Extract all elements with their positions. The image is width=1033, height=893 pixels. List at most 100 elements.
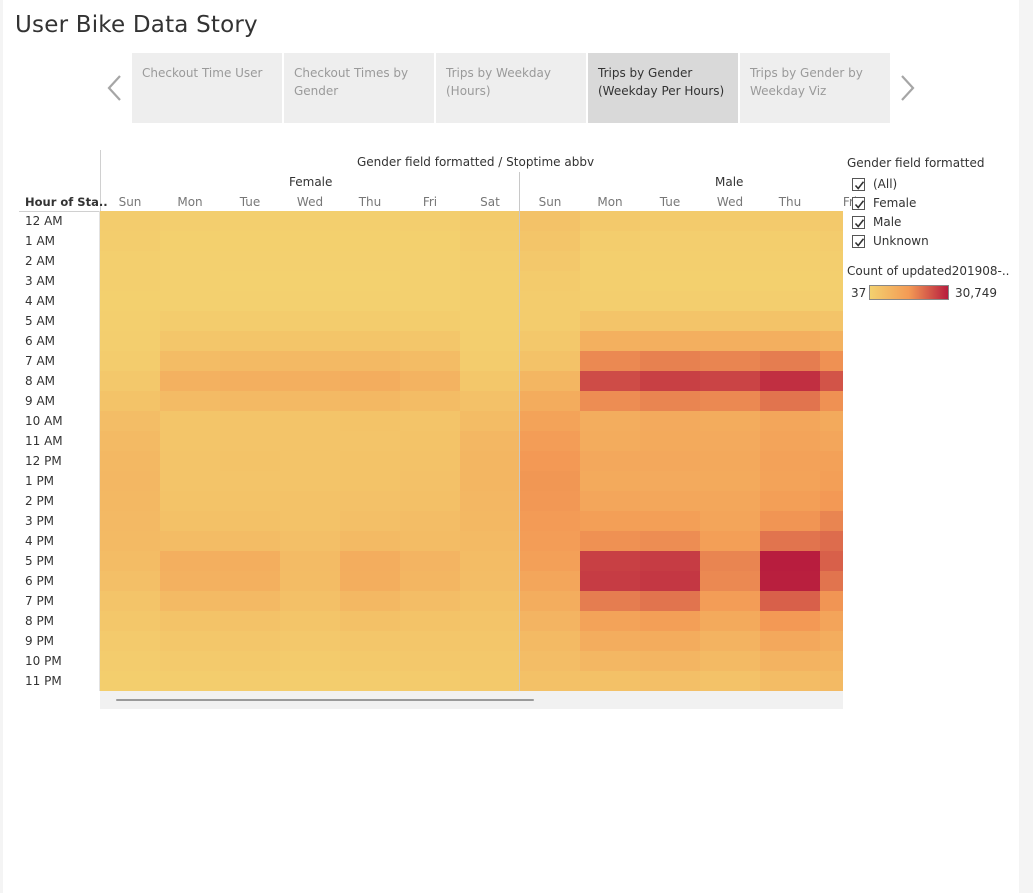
heatmap-cell[interactable] [280, 311, 340, 331]
heatmap-cell[interactable] [760, 451, 820, 471]
heatmap-cell[interactable] [640, 571, 700, 591]
heatmap-cell[interactable] [340, 651, 400, 671]
heatmap-cell[interactable] [640, 411, 700, 431]
heatmap-cell[interactable] [520, 631, 580, 651]
heatmap-cell[interactable] [160, 531, 220, 551]
heatmap-cell[interactable] [400, 551, 460, 571]
heatmap-cell[interactable] [820, 571, 843, 591]
heatmap-cell[interactable] [640, 291, 700, 311]
heatmap-cell[interactable] [700, 531, 760, 551]
heatmap-cell[interactable] [640, 331, 700, 351]
heatmap-cell[interactable] [700, 311, 760, 331]
heatmap-cell[interactable] [220, 571, 280, 591]
heatmap-cell[interactable] [400, 591, 460, 611]
tab-trips-by-gender-weekday-per-hours[interactable]: Trips by Gender (Weekday Per Hours) [588, 53, 738, 123]
legend-item-unknown[interactable]: Unknown [852, 234, 929, 248]
heatmap-cell[interactable] [760, 251, 820, 271]
heatmap-cell[interactable] [160, 271, 220, 291]
heatmap-cell[interactable] [460, 591, 520, 611]
heatmap-cell[interactable] [520, 391, 580, 411]
heatmap-cell[interactable] [520, 211, 580, 231]
heatmap-cell[interactable] [460, 671, 520, 691]
heatmap-cell[interactable] [280, 391, 340, 411]
heatmap-cell[interactable] [400, 431, 460, 451]
heatmap-cell[interactable] [220, 431, 280, 451]
heatmap-cell[interactable] [700, 651, 760, 671]
heatmap-cell[interactable] [460, 631, 520, 651]
heatmap-cell[interactable] [280, 251, 340, 271]
heatmap-cell[interactable] [640, 391, 700, 411]
heatmap-cell[interactable] [400, 211, 460, 231]
heatmap-cell[interactable] [820, 491, 843, 511]
heatmap-cell[interactable] [220, 451, 280, 471]
heatmap-cell[interactable] [820, 351, 843, 371]
heatmap-cell[interactable] [100, 371, 160, 391]
heatmap-cell[interactable] [220, 211, 280, 231]
heatmap-cell[interactable] [400, 511, 460, 531]
heatmap-cell[interactable] [400, 371, 460, 391]
heatmap-cell[interactable] [520, 431, 580, 451]
heatmap-cell[interactable] [400, 391, 460, 411]
heatmap-cell[interactable] [220, 611, 280, 631]
heatmap-cell[interactable] [520, 251, 580, 271]
heatmap-cell[interactable] [340, 511, 400, 531]
heatmap-cell[interactable] [700, 391, 760, 411]
heatmap-cell[interactable] [820, 611, 843, 631]
heatmap-cell[interactable] [340, 591, 400, 611]
heatmap-cell[interactable] [160, 611, 220, 631]
heatmap-cell[interactable] [580, 451, 640, 471]
heatmap-cell[interactable] [760, 611, 820, 631]
heatmap-cell[interactable] [280, 671, 340, 691]
heatmap-cell[interactable] [820, 331, 843, 351]
heatmap-cell[interactable] [640, 451, 700, 471]
checkbox-icon[interactable] [852, 177, 865, 191]
heatmap-cell[interactable] [580, 551, 640, 571]
heatmap-cell[interactable] [340, 391, 400, 411]
heatmap-cell[interactable] [340, 611, 400, 631]
chevron-right-icon[interactable] [896, 70, 920, 106]
heatmap-cell[interactable] [280, 331, 340, 351]
heatmap-cell[interactable] [460, 271, 520, 291]
heatmap-cell[interactable] [640, 551, 700, 571]
heatmap-cell[interactable] [700, 231, 760, 251]
heatmap-cell[interactable] [400, 571, 460, 591]
scrollbar-thumb[interactable] [116, 699, 534, 701]
heatmap-cell[interactable] [580, 511, 640, 531]
heatmap-cell[interactable] [220, 651, 280, 671]
heatmap-cell[interactable] [700, 331, 760, 351]
heatmap-cell[interactable] [580, 291, 640, 311]
heatmap-cell[interactable] [160, 291, 220, 311]
heatmap-cell[interactable] [460, 391, 520, 411]
heatmap-cell[interactable] [100, 291, 160, 311]
heatmap-cell[interactable] [100, 271, 160, 291]
heatmap-cell[interactable] [580, 651, 640, 671]
heatmap-cell[interactable] [160, 371, 220, 391]
heatmap-cell[interactable] [460, 311, 520, 331]
heatmap-cell[interactable] [820, 551, 843, 571]
checkbox-icon[interactable] [852, 196, 865, 210]
heatmap-cell[interactable] [100, 231, 160, 251]
heatmap-cell[interactable] [700, 451, 760, 471]
heatmap-cell[interactable] [520, 471, 580, 491]
heatmap-cell[interactable] [760, 551, 820, 571]
tab-checkout-time-user[interactable]: Checkout Time User [132, 53, 282, 123]
heatmap-cell[interactable] [520, 491, 580, 511]
heatmap-cell[interactable] [400, 251, 460, 271]
heatmap-cell[interactable] [160, 631, 220, 651]
heatmap-cell[interactable] [760, 351, 820, 371]
heatmap-cell[interactable] [520, 351, 580, 371]
heatmap-cell[interactable] [820, 531, 843, 551]
heatmap-cell[interactable] [520, 271, 580, 291]
heatmap-cell[interactable] [820, 291, 843, 311]
heatmap-cell[interactable] [580, 251, 640, 271]
heatmap-cell[interactable] [820, 451, 843, 471]
heatmap-cell[interactable] [760, 311, 820, 331]
heatmap-cell[interactable] [820, 411, 843, 431]
heatmap-cell[interactable] [220, 591, 280, 611]
legend-item-all[interactable]: (All) [852, 177, 897, 191]
heatmap-cell[interactable] [640, 611, 700, 631]
heatmap-cell[interactable] [640, 491, 700, 511]
tab-checkout-times-by-gender[interactable]: Checkout Times by Gender [284, 53, 434, 123]
heatmap-cell[interactable] [700, 471, 760, 491]
heatmap-cell[interactable] [700, 271, 760, 291]
